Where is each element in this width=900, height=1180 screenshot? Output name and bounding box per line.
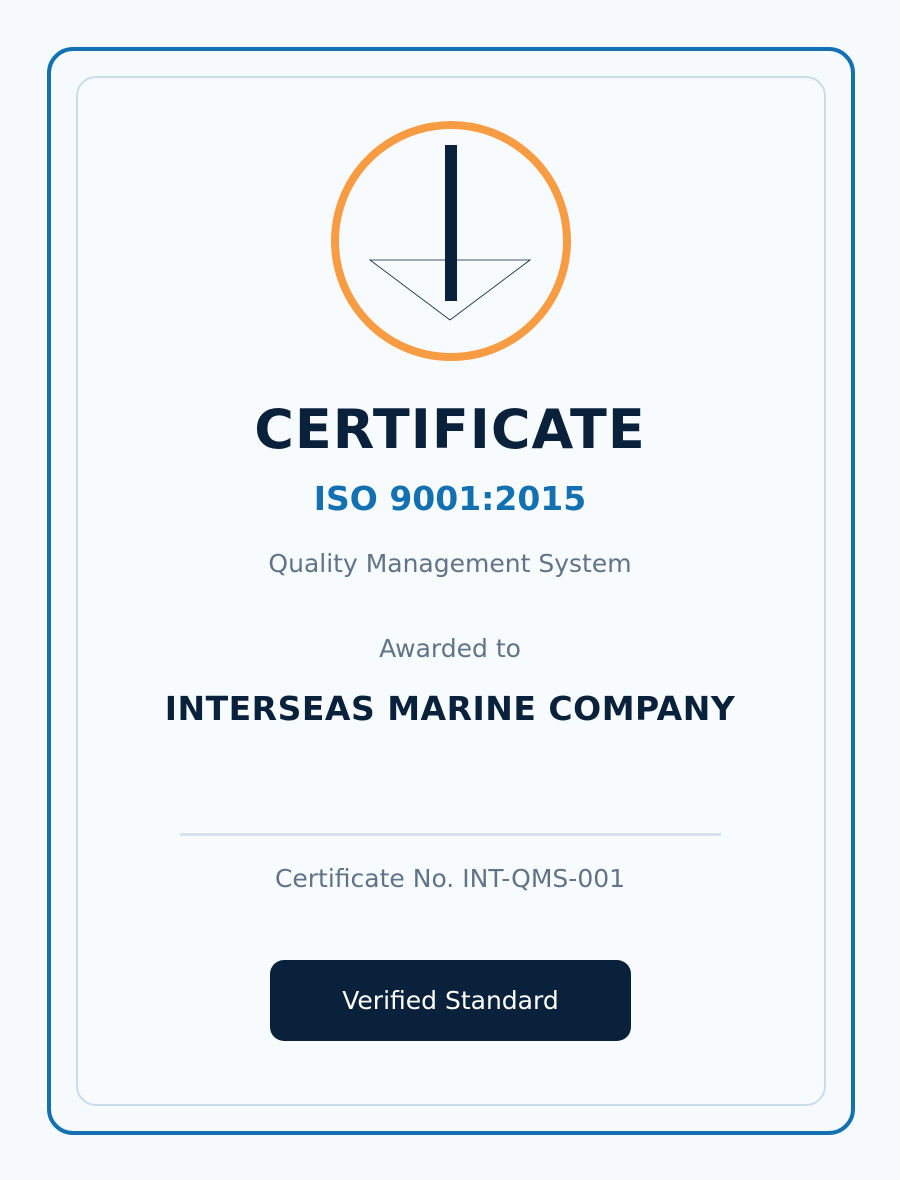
awarded-to-label: Awarded to — [379, 634, 521, 663]
company-name: INTERSEAS MARINE COMPANY — [164, 689, 736, 728]
certificate-title: CERTIFICATE — [254, 398, 646, 461]
certificate-number: Certificate No. INT-QMS-001 — [274, 864, 626, 893]
iso-standard: ISO 9001:2015 — [313, 479, 587, 518]
anchor-icon — [331, 121, 571, 361]
certificate-emblem — [330, 120, 572, 362]
certification-scope: Quality Management System — [268, 549, 632, 578]
divider — [180, 833, 721, 836]
verified-standard-badge: Verified Standard — [270, 960, 631, 1041]
